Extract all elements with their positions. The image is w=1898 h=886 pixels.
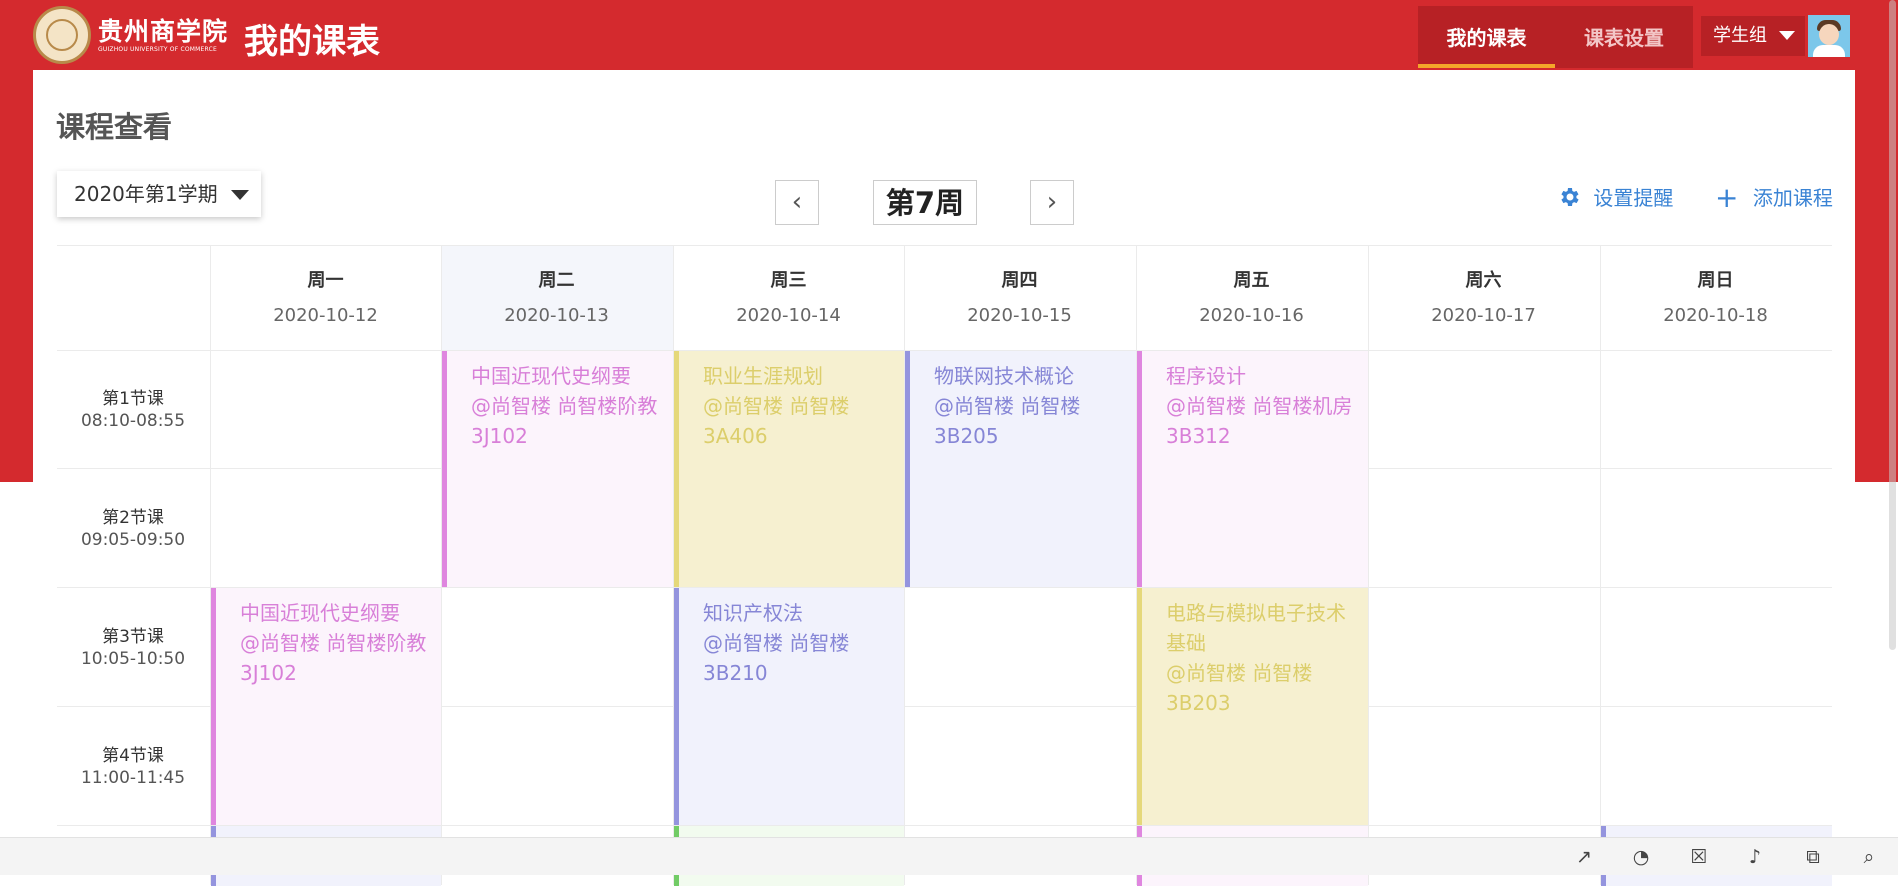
course-block[interactable]: 程序设计 @尚智楼 尚智楼机房 3B312 <box>1137 351 1368 587</box>
school-logo[interactable] <box>33 6 91 64</box>
period-time-1: 08:10-08:55 <box>80 411 186 431</box>
course-title: 电路与模拟电子技术基础 <box>1166 601 1346 655</box>
day-date-sun: 2020-10-18 <box>1663 305 1768 326</box>
role-select[interactable]: 学生组 <box>1701 16 1805 56</box>
course-block[interactable]: 电路与模拟电子技术基础 @尚智楼 尚智楼 3B203 <box>1137 588 1368 825</box>
today-column-highlight <box>442 245 673 350</box>
day-header-thu: 周四 <box>1001 270 1038 291</box>
semester-value: 2020年第1学期 <box>74 182 218 206</box>
course-title: 知识产权法 <box>703 601 803 625</box>
window-icon[interactable]: ⧉ <box>1802 846 1824 868</box>
course-block[interactable]: 物联网技术概论 @尚智楼 尚智楼 3B205 <box>905 351 1136 587</box>
search-icon[interactable]: ⌕ <box>1858 846 1880 868</box>
course-room: 3J102 <box>240 661 297 685</box>
chevron-right-icon: › <box>1046 187 1058 217</box>
course-location: @尚智楼 尚智楼 <box>703 394 850 418</box>
avatar[interactable] <box>1808 15 1850 57</box>
course-location: @尚智楼 尚智楼 <box>934 394 1081 418</box>
timetable-grid: 周一 2020-10-12 周二 2020-10-13 周三 2020-10-1… <box>57 245 1832 886</box>
add-course-label: 添加课程 <box>1752 186 1833 210</box>
caret-down-icon <box>231 190 249 200</box>
nav-tab-schedule-settings[interactable]: 课表设置 <box>1555 6 1693 68</box>
nav-tab-my-schedule[interactable]: 我的课表 <box>1418 6 1555 68</box>
gear-icon <box>1561 188 1579 206</box>
avatar-face <box>1819 24 1839 45</box>
set-reminder-label: 设置提醒 <box>1593 186 1674 210</box>
course-title: 中国近现代史纲要 <box>471 364 631 388</box>
app-title: 我的课表 <box>244 22 380 62</box>
period-time-4: 11:00-11:45 <box>80 768 186 788</box>
prev-week-button[interactable]: ‹ <box>775 180 819 225</box>
course-location: @尚智楼 尚智楼机房 <box>1166 394 1353 418</box>
speed-icon[interactable]: ◔ <box>1630 846 1652 868</box>
caret-down-icon <box>1779 31 1795 40</box>
course-title: 物联网技术概论 <box>934 364 1074 388</box>
period-name-1: 第1节课 <box>102 389 164 409</box>
day-header-sat: 周六 <box>1465 270 1502 291</box>
course-location: @尚智楼 尚智楼阶教 <box>471 394 658 418</box>
period-time-2: 09:05-09:50 <box>80 530 186 550</box>
main-nav: 我的课表 课表设置 <box>1418 6 1693 68</box>
course-block[interactable]: 中国近现代史纲要 @尚智楼 尚智楼阶教 3J102 <box>211 588 441 825</box>
course-room: 3B205 <box>934 424 999 448</box>
school-name: 贵州商学院 <box>98 17 229 46</box>
day-header-fri: 周五 <box>1233 270 1270 291</box>
course-location: @尚智楼 尚智楼 <box>1166 661 1313 685</box>
course-title: 中国近现代史纲要 <box>240 601 400 625</box>
add-course-button[interactable]: + 添加课程 <box>1715 183 1833 213</box>
day-date-wed: 2020-10-14 <box>736 305 841 326</box>
top-header: 贵州商学院 GUIZHOU UNIVERSITY OF COMMERCE 我的课… <box>0 0 1898 70</box>
course-title: 程序设计 <box>1166 364 1246 388</box>
day-date-thu: 2020-10-15 <box>967 305 1072 326</box>
rocket-icon[interactable]: ↗ <box>1573 846 1595 868</box>
day-date-mon: 2020-10-12 <box>273 305 378 326</box>
speaker-icon[interactable]: ♪ <box>1744 846 1766 868</box>
page-scrollbar[interactable] <box>1889 0 1896 650</box>
course-room: 3B203 <box>1166 691 1231 715</box>
page-title: 课程查看 <box>56 110 173 144</box>
course-room: 3B312 <box>1166 424 1231 448</box>
next-week-button[interactable]: › <box>1030 180 1074 225</box>
course-title: 职业生涯规划 <box>703 364 823 388</box>
period-name-4: 第4节课 <box>102 746 164 766</box>
period-name-3: 第3节课 <box>102 627 164 647</box>
day-header-tue: 周二 <box>538 270 575 291</box>
course-location: @尚智楼 尚智楼阶教 <box>240 631 427 655</box>
day-header-wed: 周三 <box>770 270 807 291</box>
course-location: @尚智楼 尚智楼 <box>703 631 850 655</box>
plus-icon: + <box>1715 181 1739 214</box>
course-room: 3B210 <box>703 661 768 685</box>
period-name-2: 第2节课 <box>102 508 164 528</box>
course-block[interactable]: 中国近现代史纲要 @尚智楼 尚智楼阶教 3J102 <box>442 351 673 587</box>
day-header-sun: 周日 <box>1697 270 1734 291</box>
course-block[interactable]: 职业生涯规划 @尚智楼 尚智楼 3A406 <box>674 351 904 587</box>
grid-line <box>57 245 1832 246</box>
schedule-card: 课程查看 2020年第1学期 ‹ 第7周 › 设置提醒 + 添加课程 周一 20… <box>33 70 1855 886</box>
course-block[interactable]: 知识产权法 @尚智楼 尚智楼 3B210 <box>674 588 904 825</box>
day-header-mon: 周一 <box>307 270 344 291</box>
grid-line <box>1600 245 1601 885</box>
day-date-fri: 2020-10-16 <box>1199 305 1304 326</box>
set-reminder-button[interactable]: 设置提醒 <box>1557 183 1673 213</box>
chevron-left-icon: ‹ <box>791 187 803 217</box>
school-name-en: GUIZHOU UNIVERSITY OF COMMERCE <box>98 46 217 53</box>
grid-line <box>1368 245 1369 885</box>
course-room: 3A406 <box>703 424 768 448</box>
course-room: 3J102 <box>471 424 528 448</box>
role-label: 学生组 <box>1713 25 1767 46</box>
period-time-3: 10:05-10:50 <box>80 649 186 669</box>
week-label: 第7周 <box>873 180 977 225</box>
browser-toolbar: ↗ ◔ ☒ ♪ ⧉ ⌕ <box>0 837 1898 875</box>
semester-select[interactable]: 2020年第1学期 <box>57 171 261 217</box>
day-date-sat: 2020-10-17 <box>1431 305 1536 326</box>
trash-icon[interactable]: ☒ <box>1688 846 1710 868</box>
day-date-tue: 2020-10-13 <box>504 305 609 326</box>
avatar-body <box>1813 45 1845 57</box>
